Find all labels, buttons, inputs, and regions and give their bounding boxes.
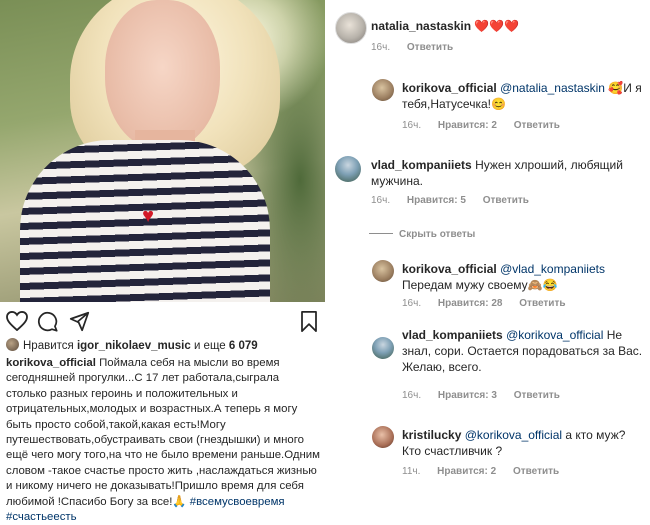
photo-face bbox=[105, 0, 220, 150]
comment-mention[interactable]: @korikova_official bbox=[465, 428, 562, 442]
comment-username[interactable]: korikova_official bbox=[402, 262, 497, 276]
comment-body: Передам мужу своему🙈😂 bbox=[402, 278, 558, 292]
comment-mention[interactable]: @vlad_kompaniiets bbox=[500, 262, 605, 276]
comment-text: vlad_kompaniiets Нужен хлроший, любящий … bbox=[371, 157, 641, 189]
comment-body: ❤️❤️❤️ bbox=[474, 19, 520, 33]
post-actions bbox=[0, 305, 325, 337]
comment-text: vlad_kompaniiets @korikova_official Не з… bbox=[402, 327, 646, 375]
comment-likes[interactable]: Нравится: 28 bbox=[438, 298, 503, 309]
post-caption: korikova_official Поймала себя на мысли … bbox=[6, 357, 320, 524]
comment-username[interactable]: vlad_kompaniiets bbox=[402, 328, 503, 342]
avatar[interactable] bbox=[335, 156, 361, 182]
likes-and-more: и еще bbox=[193, 340, 226, 352]
comment-time: 16ч. bbox=[402, 390, 422, 401]
comment-time: 16ч. bbox=[371, 195, 391, 206]
shirt-heart-icon: ♥ bbox=[142, 205, 154, 227]
bookmark-icon[interactable] bbox=[300, 311, 318, 332]
hide-replies-label: Скрыть ответы bbox=[399, 229, 476, 240]
share-icon[interactable] bbox=[69, 311, 90, 332]
comment-username[interactable]: natalia_nastaskin bbox=[371, 19, 471, 33]
comment-time: 16ч. bbox=[402, 120, 422, 131]
comment-time: 16ч. bbox=[371, 42, 391, 53]
comment-meta: 16ч. Нравится: 2 Ответить bbox=[402, 120, 574, 131]
comment-likes[interactable]: Нравится: 2 bbox=[437, 466, 496, 477]
comment-time: 11ч. bbox=[402, 466, 421, 477]
comment-meta: 16ч. Нравится: 28 Ответить bbox=[402, 298, 580, 309]
divider-line bbox=[369, 233, 393, 234]
comment-username[interactable]: vlad_kompaniiets bbox=[371, 158, 472, 172]
comment-meta: 16ч. Нравится: 3 Ответить bbox=[402, 390, 574, 401]
reply-button[interactable]: Ответить bbox=[514, 390, 560, 401]
caption-author[interactable]: korikova_official bbox=[6, 357, 96, 369]
likes-line: Нравится igor_nikolaev_music и еще 6 079 bbox=[6, 338, 258, 353]
comment-likes[interactable]: Нравится: 3 bbox=[438, 390, 497, 401]
comment-mention[interactable]: @natalia_nastaskin bbox=[500, 81, 605, 95]
comment-meta: 16ч. Ответить bbox=[371, 42, 467, 53]
likes-count[interactable]: 6 079 bbox=[229, 340, 258, 352]
comment-icon[interactable] bbox=[37, 311, 58, 332]
avatar[interactable] bbox=[372, 260, 394, 282]
post-panel: ♥ Нравится igor_nikolaev_music и еще 6 0… bbox=[0, 0, 325, 523]
likes-prefix: Нравится bbox=[23, 340, 74, 352]
avatar[interactable] bbox=[372, 426, 394, 448]
liker-avatar[interactable] bbox=[6, 338, 19, 351]
comment-username[interactable]: kristilucky bbox=[402, 428, 461, 442]
comment-username[interactable]: korikova_official bbox=[402, 81, 497, 95]
reply-button[interactable]: Ответить bbox=[513, 466, 559, 477]
hide-replies-button[interactable]: Скрыть ответы bbox=[369, 229, 475, 240]
avatar[interactable] bbox=[335, 12, 367, 44]
comment-time: 16ч. bbox=[402, 298, 422, 309]
reply-button[interactable]: Ответить bbox=[514, 120, 560, 131]
liker-username[interactable]: igor_nikolaev_music bbox=[77, 340, 191, 352]
avatar[interactable] bbox=[372, 79, 394, 101]
comment-meta: 16ч. Нравится: 5 Ответить bbox=[371, 195, 543, 206]
caption-text: Поймала себя на мысли во время сегодняшн… bbox=[6, 357, 320, 508]
comment-text: kristilucky @korikova_official а кто муж… bbox=[402, 427, 646, 459]
comment-text: korikova_official @vlad_kompaniiets Пере… bbox=[402, 261, 646, 293]
comment-likes[interactable]: Нравится: 2 bbox=[438, 120, 497, 131]
comment-meta: 11ч. Нравится: 2 Ответить bbox=[402, 466, 573, 477]
heart-icon[interactable] bbox=[6, 311, 28, 331]
comment-mention[interactable]: @korikova_official bbox=[506, 328, 603, 342]
post-photo[interactable]: ♥ bbox=[0, 0, 325, 302]
comment-likes[interactable]: Нравится: 5 bbox=[407, 195, 466, 206]
comment-text: korikova_official @natalia_nastaskin 🥰И … bbox=[402, 80, 646, 112]
avatar[interactable] bbox=[372, 337, 394, 359]
reply-button[interactable]: Ответить bbox=[407, 42, 453, 53]
comment-text: natalia_nastaskin ❤️❤️❤️ bbox=[371, 18, 646, 34]
reply-button[interactable]: Ответить bbox=[483, 195, 529, 206]
reply-button[interactable]: Ответить bbox=[519, 298, 565, 309]
